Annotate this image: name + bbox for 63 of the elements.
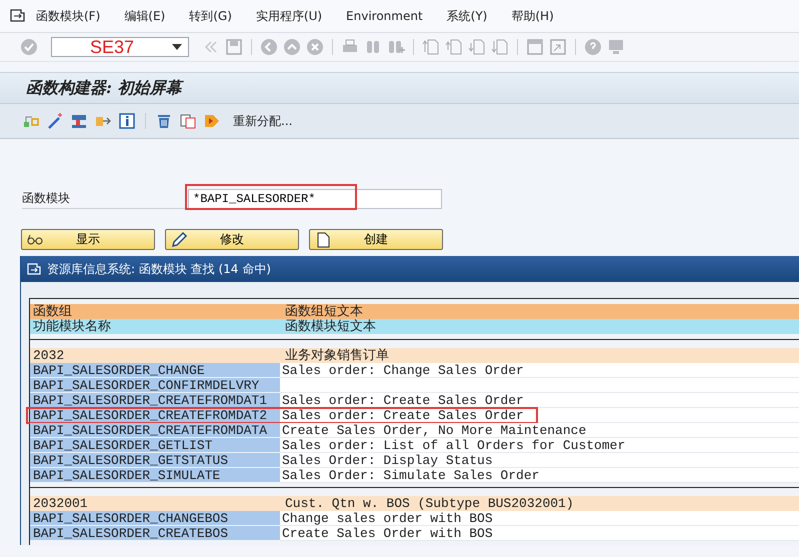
field-label: 函数模块 [22,190,188,208]
menu-item[interactable]: Environment [346,9,423,23]
group-code: 2032 [32,348,66,363]
reassign-button[interactable]: 重新分配... [233,112,292,130]
group-code: 2032001 [32,496,89,511]
enter-icon[interactable] [20,38,38,56]
copy-icon[interactable] [179,112,197,130]
module-description: Sales order: Create Sales Order [280,408,799,423]
module-name[interactable]: BAPI_SALESORDER_SIMULATE [30,468,280,483]
new-window-icon[interactable] [526,38,544,56]
module-description: Change sales order with BOS [280,511,799,526]
module-description: Create Sales Order with BOS [280,526,799,541]
up-circle-icon[interactable] [283,38,301,56]
magic-wand-icon[interactable] [46,112,64,130]
menu-item[interactable]: 编辑(E) [124,8,166,24]
module-description: Sales order: List of all Orders for Customer [280,438,799,453]
module-name[interactable]: BAPI_SALESORDER_CREATEFROMDATA [30,423,280,438]
module-name[interactable]: BAPI_SALESORDER_CREATEFROMDAT1 [30,393,280,408]
module-description: Create Sales Order, No More Maintenance [280,423,799,438]
help-icon[interactable] [584,38,602,56]
create-button[interactable]: 创建 [309,229,443,250]
menu-item[interactable]: 系统(Y) [446,8,488,24]
trash-icon[interactable] [155,112,173,130]
group-description: Cust. Qtn w. BOS (Subtype BUS2032001) [284,496,575,511]
menu-item[interactable]: 转到(G) [189,8,232,24]
module-name[interactable]: BAPI_SALESORDER_GETSTATUS [30,453,280,468]
module-description: Sales order: Create Sales Order [280,393,799,408]
menu-icon[interactable] [10,9,26,23]
command-field[interactable]: SE37 [51,37,189,57]
module-name[interactable]: BAPI_SALESORDER_CREATEBOS [30,526,280,541]
module-name[interactable]: BAPI_SALESORDER_CREATEFROMDAT2 [30,408,280,423]
column-header: 函数组短文本 [284,304,364,319]
change-button[interactable]: 修改 [165,229,299,250]
menu-item[interactable]: 帮助(H) [511,8,554,24]
previous-page-icon[interactable] [445,38,463,56]
module-name[interactable]: BAPI_SALESORDER_CHANGE [30,363,280,378]
monitor-icon[interactable] [607,38,625,56]
column-header: 函数组 [32,304,73,319]
pencil-icon [170,230,188,248]
cancel-icon[interactable] [306,38,324,56]
menu-item[interactable]: 函数模块(F) [36,8,100,24]
next-page-icon[interactable] [468,38,486,56]
menu-item[interactable]: 实用程序(U) [256,8,322,24]
module-description: Sales Order: Simulate Sales Order [280,468,799,483]
first-page-icon[interactable] [422,38,440,56]
column-header: 函数模块短文本 [284,319,377,334]
shortcut-window-icon[interactable] [549,38,567,56]
group-description: 业务对象销售订单 [284,348,390,363]
display-button[interactable]: 显示 [21,229,155,250]
module-name[interactable]: BAPI_SALESORDER_CONFIRMDELVRY [30,378,280,393]
module-description: Sales order: Change Sales Order [280,363,799,378]
input-field[interactable]: *BAPI_SALESORDER* [188,189,442,209]
dialog-title: 资源库信息系统: 函数模块 查找 (14 命中) [47,260,271,278]
module-name[interactable]: BAPI_SALESORDER_GETLIST [30,438,280,453]
module-description: Sales Order: Display Status [280,453,799,468]
caret-icon[interactable] [172,44,182,50]
module-name[interactable]: BAPI_SALESORDER_CHANGEBOS [30,511,280,526]
save-icon[interactable] [225,38,243,56]
info-icon[interactable] [118,112,136,130]
column-header: 功能模块名称 [32,319,112,334]
back-circle-icon[interactable] [260,38,278,56]
last-page-icon[interactable] [491,38,509,56]
screen-title: 函数构建器: 初始屏幕 [26,78,182,98]
